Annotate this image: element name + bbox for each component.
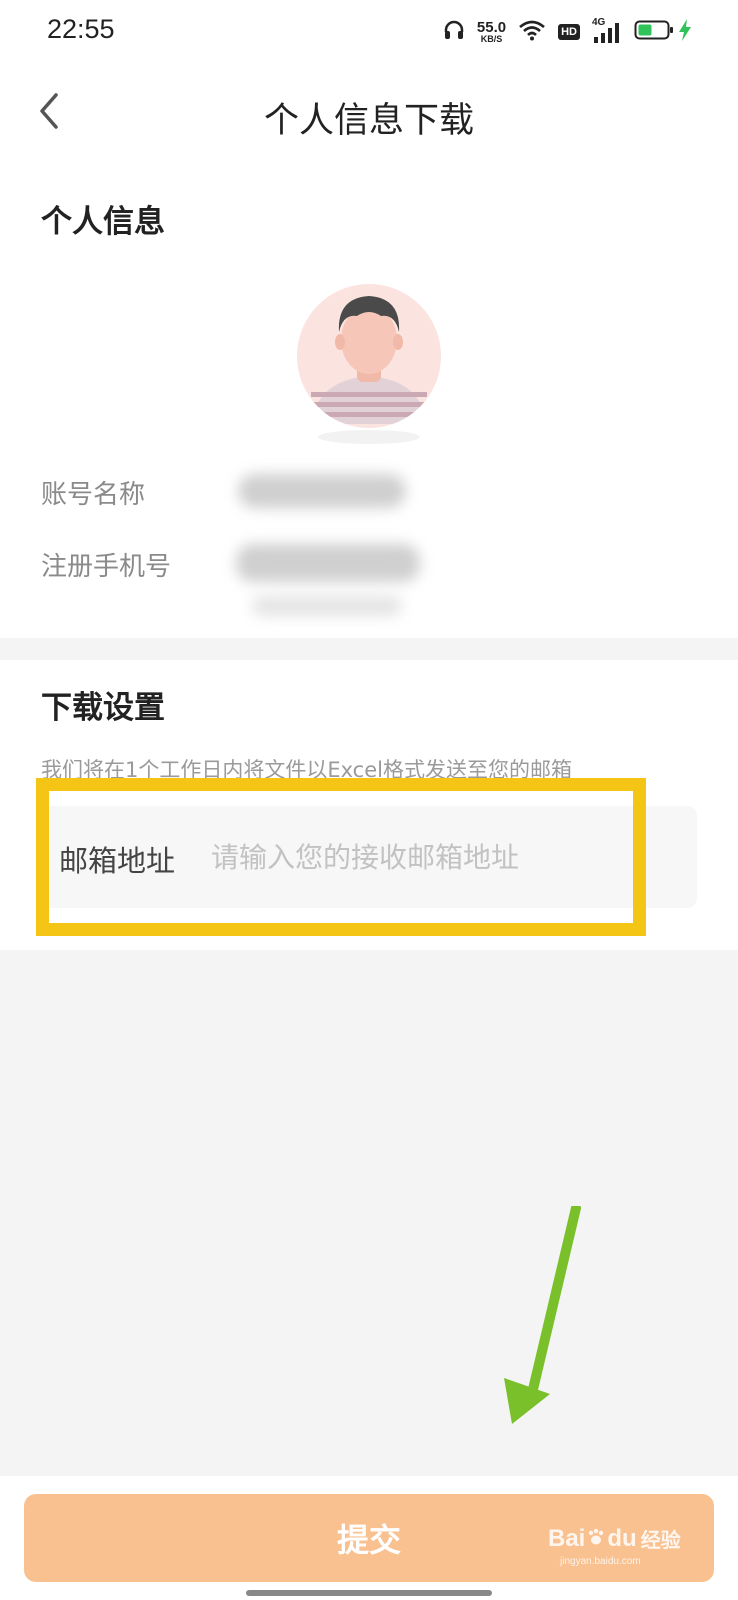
phone-value-blurred xyxy=(236,544,420,582)
page-title: 个人信息下载 xyxy=(263,101,474,141)
status-icons: 55.0 KB/S HD 4G xyxy=(443,16,692,48)
signal-icon: 4G xyxy=(592,17,622,45)
home-indicator[interactable] xyxy=(246,1590,492,1596)
personal-info-card: 个人信息下载 个人信息 账号名称 注册手机号 xyxy=(0,64,738,638)
account-name-label: 账号名称 xyxy=(41,480,146,510)
net-speed: 55.0 KB/S xyxy=(477,20,506,44)
headphones-icon xyxy=(443,19,465,45)
avatar[interactable] xyxy=(297,284,441,428)
hd-badge: HD xyxy=(558,24,580,40)
avatar-shadow xyxy=(318,430,420,444)
bottom-bar: 提交 xyxy=(0,1476,738,1600)
nav-bar: 个人信息下载 xyxy=(0,64,738,170)
phone-label: 注册手机号 xyxy=(41,552,172,582)
download-hint: 我们将在1个工作日内将文件以Excel格式发送至您的邮箱 xyxy=(41,758,572,782)
status-time: 22:55 xyxy=(47,14,115,44)
battery-icon xyxy=(634,19,674,45)
arrow-annotation xyxy=(504,1206,581,1424)
account-name-value-blurred xyxy=(238,474,406,508)
download-settings-title: 下载设置 xyxy=(41,690,165,726)
charging-icon xyxy=(678,18,692,46)
net-speed-value: 55.0 xyxy=(476,19,507,36)
submit-button[interactable]: 提交 xyxy=(24,1494,714,1582)
email-input[interactable] xyxy=(211,828,671,886)
status-bar: 22:55 55.0 KB/S HD 4G xyxy=(0,0,738,64)
personal-info-title: 个人信息 xyxy=(41,204,165,240)
phone-value-blur-trail xyxy=(252,596,402,616)
wifi-icon xyxy=(518,19,546,45)
net-speed-unit: KB/S xyxy=(480,34,503,44)
download-settings-card: 下载设置 我们将在1个工作日内将文件以Excel格式发送至您的邮箱 邮箱地址 xyxy=(0,660,738,950)
email-label: 邮箱地址 xyxy=(59,844,176,878)
email-row: 邮箱地址 xyxy=(41,806,697,908)
